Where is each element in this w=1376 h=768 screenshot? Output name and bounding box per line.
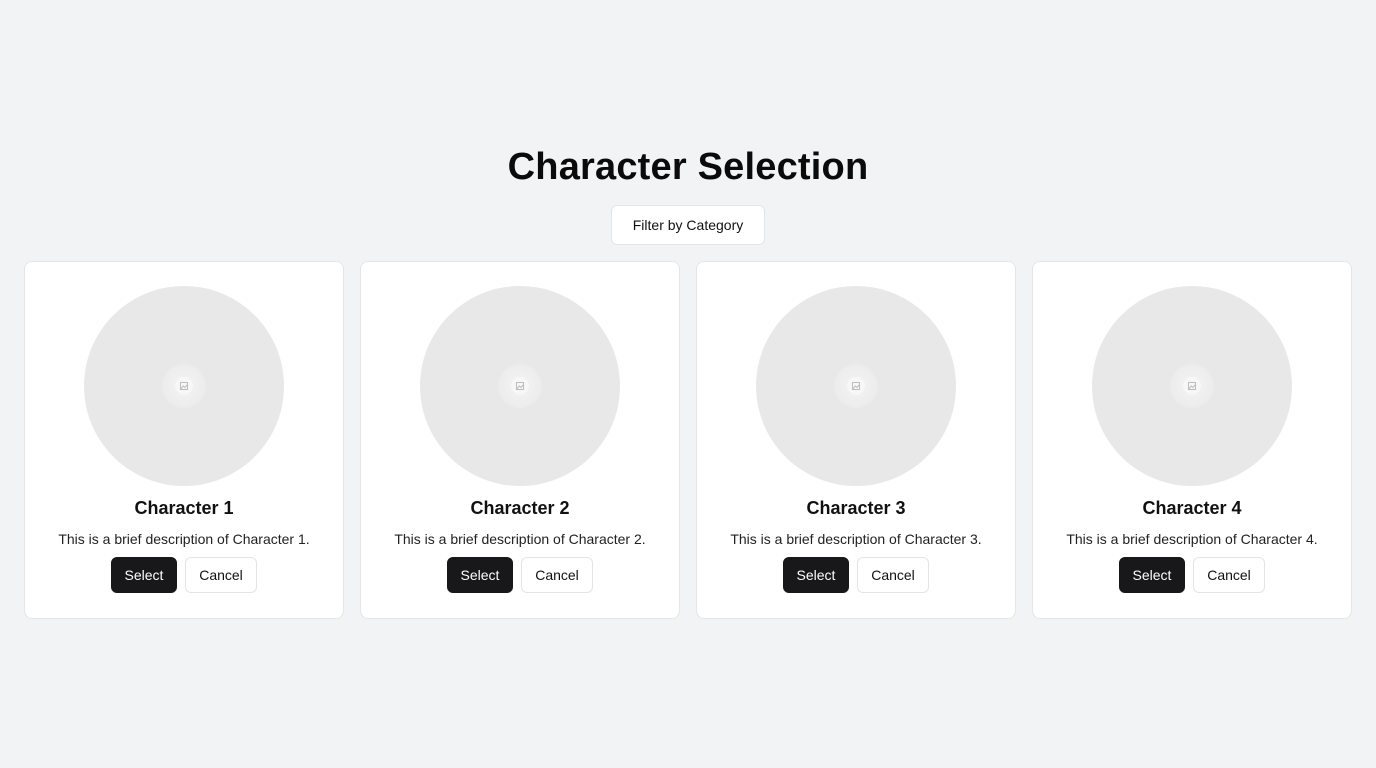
- character-grid: Character 1 This is a brief description …: [24, 261, 1352, 619]
- character-avatar: [1092, 286, 1292, 486]
- character-name: Character 4: [1142, 498, 1242, 518]
- select-button[interactable]: Select: [447, 557, 513, 593]
- character-avatar: [84, 286, 284, 486]
- character-description: This is a brief description of Character…: [1066, 531, 1318, 547]
- image-placeholder-icon: [511, 377, 529, 395]
- card-actions: Select Cancel: [783, 557, 929, 593]
- character-description: This is a brief description of Character…: [58, 531, 310, 547]
- page: Character Selection Filter by Category C…: [0, 0, 1376, 768]
- image-placeholder-icon: [847, 377, 865, 395]
- character-description: This is a brief description of Character…: [730, 531, 982, 547]
- character-name: Character 1: [134, 498, 234, 518]
- select-button[interactable]: Select: [1119, 557, 1185, 593]
- select-button[interactable]: Select: [111, 557, 177, 593]
- card-actions: Select Cancel: [111, 557, 257, 593]
- image-placeholder-icon: [1183, 377, 1201, 395]
- card-actions: Select Cancel: [1119, 557, 1265, 593]
- character-card: Character 3 This is a brief description …: [696, 261, 1016, 619]
- cancel-button[interactable]: Cancel: [1193, 557, 1265, 593]
- character-description: This is a brief description of Character…: [394, 531, 646, 547]
- character-card: Character 4 This is a brief description …: [1032, 261, 1352, 619]
- character-avatar: [756, 286, 956, 486]
- card-actions: Select Cancel: [447, 557, 593, 593]
- cancel-button[interactable]: Cancel: [185, 557, 257, 593]
- page-title: Character Selection: [507, 146, 869, 188]
- character-name: Character 2: [470, 498, 570, 518]
- character-card: Character 1 This is a brief description …: [24, 261, 344, 619]
- character-avatar: [420, 286, 620, 486]
- character-name: Character 3: [806, 498, 906, 518]
- cancel-button[interactable]: Cancel: [857, 557, 929, 593]
- cancel-button[interactable]: Cancel: [521, 557, 593, 593]
- character-card: Character 2 This is a brief description …: [360, 261, 680, 619]
- filter-by-category-button[interactable]: Filter by Category: [611, 205, 765, 245]
- image-placeholder-icon: [175, 377, 193, 395]
- select-button[interactable]: Select: [783, 557, 849, 593]
